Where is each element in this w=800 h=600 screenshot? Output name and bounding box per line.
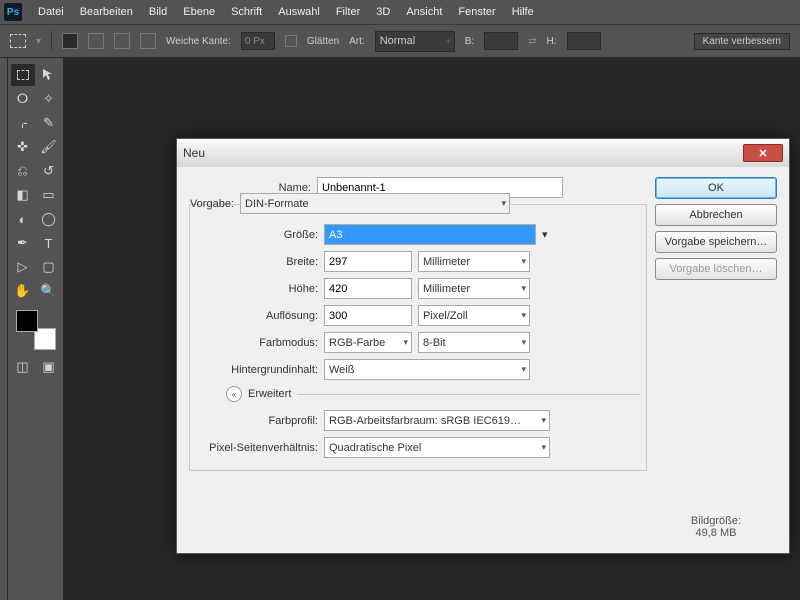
preset-select[interactable]: DIN-Formate▾: [240, 193, 510, 214]
antialias-label: Glätten: [307, 36, 339, 47]
menu-3d[interactable]: 3D: [368, 6, 398, 18]
resolution-unit-select[interactable]: Pixel/Zoll▾: [418, 305, 530, 326]
selection-mode-subtract-icon[interactable]: [114, 33, 130, 49]
zoom-tool-icon[interactable]: 🔍: [37, 280, 61, 302]
advanced-toggle[interactable]: «: [226, 386, 242, 402]
menu-fenster[interactable]: Fenster: [450, 6, 503, 18]
marquee-icon: [10, 34, 26, 48]
menu-schrift[interactable]: Schrift: [223, 6, 270, 18]
menu-bearbeiten[interactable]: Bearbeiten: [72, 6, 141, 18]
quickmask-icon[interactable]: ◫: [11, 356, 35, 378]
shape-tool-icon[interactable]: ▢: [37, 256, 61, 278]
blur-tool-icon[interactable]: ◐: [11, 208, 35, 230]
gradient-tool-icon[interactable]: ▭: [37, 184, 61, 206]
color-profile-label: Farbprofil:: [196, 415, 324, 427]
size-label: Größe:: [196, 229, 324, 241]
toolbox: ⵔ ✧ ⌌ ✎ ✜ 🖌 ⎌ ↺ ◧ ▭ ◐ ◯ ✒ T ▷ ▢ ✋ 🔍 ◫ ▣: [8, 58, 64, 600]
feather-input[interactable]: [241, 32, 275, 50]
delete-preset-button: Vorgabe löschen…: [655, 258, 777, 280]
stamp-tool-icon[interactable]: ⎌: [11, 160, 35, 182]
hand-tool-icon[interactable]: ✋: [11, 280, 35, 302]
height-unit-select[interactable]: Millimeter▾: [418, 278, 530, 299]
size-select[interactable]: A3: [324, 224, 536, 245]
crop-tool-icon[interactable]: ⌌: [11, 112, 35, 134]
width-input[interactable]: [484, 32, 518, 50]
background-contents-label: Hintergrundinhalt:: [196, 364, 324, 376]
feather-label: Weiche Kante:: [166, 36, 231, 47]
bit-depth-select[interactable]: 8-Bit▾: [418, 332, 530, 353]
close-button[interactable]: ✕: [743, 144, 783, 162]
background-contents-select[interactable]: Weiß▾: [324, 359, 530, 380]
color-mode-select[interactable]: RGB-Farbe▾: [324, 332, 412, 353]
type-tool-icon[interactable]: T: [37, 232, 61, 254]
options-bar: ▾ Weiche Kante: Glätten Art: Normal▾ B: …: [0, 24, 800, 58]
menu-ebene[interactable]: Ebene: [175, 6, 223, 18]
selection-mode-new-icon[interactable]: [62, 33, 78, 49]
new-document-dialog: Neu ✕ Name: Vorgabe: DIN-Formate▾ Größe:…: [176, 138, 790, 554]
height-field-label: Höhe:: [196, 283, 324, 295]
menu-datei[interactable]: Datei: [30, 6, 72, 18]
cancel-button[interactable]: Abbrechen: [655, 204, 777, 226]
image-size-value: 49,8 MB: [655, 527, 777, 539]
eyedropper-tool-icon[interactable]: ✎: [37, 112, 61, 134]
swap-wh-icon[interactable]: ⇄: [528, 36, 536, 47]
healing-tool-icon[interactable]: ✜: [11, 136, 35, 158]
magic-wand-tool-icon[interactable]: ✧: [37, 88, 61, 110]
chevron-down-icon[interactable]: ▾: [542, 228, 548, 241]
selection-mode-intersect-icon[interactable]: [140, 33, 156, 49]
foreground-color-swatch[interactable]: [16, 310, 38, 332]
refine-edge-button[interactable]: Kante verbessern: [694, 33, 790, 50]
color-mode-label: Farbmodus:: [196, 337, 324, 349]
dialog-titlebar[interactable]: Neu ✕: [177, 139, 789, 167]
marquee-tool-icon[interactable]: [11, 64, 35, 86]
eraser-tool-icon[interactable]: ◧: [11, 184, 35, 206]
pixel-aspect-select[interactable]: Quadratische Pixel▾: [324, 437, 550, 458]
pixel-aspect-label: Pixel-Seitenverhältnis:: [196, 442, 324, 454]
height-input[interactable]: [567, 32, 601, 50]
menu-filter[interactable]: Filter: [328, 6, 368, 18]
height-field[interactable]: [324, 278, 412, 299]
style-label: Art:: [349, 36, 365, 47]
width-unit-select[interactable]: Millimeter▾: [418, 251, 530, 272]
lasso-tool-icon[interactable]: ⵔ: [11, 88, 35, 110]
preset-label: Vorgabe:: [112, 198, 240, 210]
name-label: Name:: [189, 182, 317, 194]
menu-bar: Ps Datei Bearbeiten Bild Ebene Schrift A…: [0, 0, 800, 24]
path-select-tool-icon[interactable]: ▷: [11, 256, 35, 278]
resolution-label: Auflösung:: [196, 310, 324, 322]
menu-hilfe[interactable]: Hilfe: [504, 6, 542, 18]
color-swatches[interactable]: [16, 310, 56, 350]
dodge-tool-icon[interactable]: ◯: [37, 208, 61, 230]
antialias-checkbox[interactable]: [285, 35, 297, 47]
resolution-field[interactable]: [324, 305, 412, 326]
screenmode-icon[interactable]: ▣: [37, 356, 61, 378]
height-label: H:: [547, 36, 557, 47]
style-select[interactable]: Normal▾: [375, 31, 455, 52]
pen-tool-icon[interactable]: ✒: [11, 232, 35, 254]
menu-ansicht[interactable]: Ansicht: [398, 6, 450, 18]
width-field-label: Breite:: [196, 256, 324, 268]
ok-button[interactable]: OK: [655, 177, 777, 199]
width-field[interactable]: [324, 251, 412, 272]
app-logo: Ps: [4, 3, 22, 21]
advanced-label: Erweitert: [248, 388, 291, 400]
history-brush-tool-icon[interactable]: ↺: [37, 160, 61, 182]
selection-mode-add-icon[interactable]: [88, 33, 104, 49]
move-tool-icon[interactable]: [37, 64, 61, 86]
dialog-title: Neu: [183, 146, 743, 160]
menu-auswahl[interactable]: Auswahl: [270, 6, 328, 18]
close-icon: ✕: [758, 147, 767, 160]
menu-bild[interactable]: Bild: [141, 6, 175, 18]
brush-tool-icon[interactable]: 🖌: [37, 136, 61, 158]
width-label: B:: [465, 36, 474, 47]
save-preset-button[interactable]: Vorgabe speichern…: [655, 231, 777, 253]
image-size-label: Bildgröße:: [655, 515, 777, 527]
color-profile-select[interactable]: RGB-Arbeitsfarbraum: sRGB IEC619…▾: [324, 410, 550, 431]
